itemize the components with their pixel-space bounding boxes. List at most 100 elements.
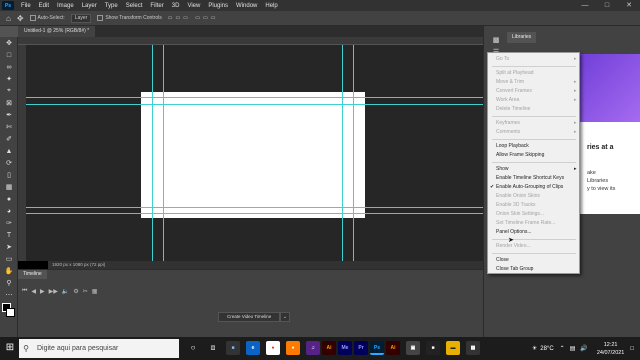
menu-image[interactable]: Image — [53, 3, 78, 9]
taskbar-app-icon[interactable]: ▩ — [466, 341, 480, 355]
weather-icon[interactable]: ☀ — [532, 345, 537, 352]
healing-brush-tool-icon[interactable]: ✄ — [0, 121, 18, 133]
menu-item-split-at-playhead[interactable]: Split at Playhead — [496, 70, 534, 77]
first-frame-icon[interactable]: ⏮ — [22, 288, 27, 295]
menu-item-show[interactable]: Show ▸ — [496, 166, 577, 173]
menu-item-panel-options[interactable]: Panel Options... — [496, 229, 532, 236]
next-frame-icon[interactable]: ▶▶ — [49, 288, 58, 295]
hand-tool-icon[interactable]: ✋ — [0, 265, 18, 277]
menu-item-set-frame-rate[interactable]: Set Timeline Frame Rate... — [496, 220, 555, 227]
libraries-tab[interactable]: Libraries — [507, 32, 537, 43]
taskbar-search-box[interactable]: ⚲ Digite aqui para pesquisar — [19, 339, 179, 358]
create-video-timeline-button[interactable]: Create Video Timeline — [218, 312, 281, 322]
menu-item-close-tab-group[interactable]: Close Tab Group — [496, 266, 533, 273]
menu-item-allow-frame-skipping[interactable]: Allow Frame Skipping — [496, 152, 544, 159]
ruler-horizontal[interactable] — [18, 37, 483, 45]
menu-type[interactable]: Type — [101, 3, 122, 9]
eyedropper-tool-icon[interactable]: ✒ — [0, 109, 18, 121]
notifications-icon[interactable]: □ — [630, 346, 634, 352]
eraser-tool-icon[interactable]: ▯ — [0, 169, 18, 181]
ruler-vertical[interactable] — [18, 45, 26, 261]
firefox-icon[interactable]: ● — [286, 341, 300, 355]
menu-item-enable-3d-tracks[interactable]: Enable 3D Tracks — [496, 202, 535, 209]
brush-tool-icon[interactable]: ✐ — [0, 133, 18, 145]
menu-item-enable-timeline-shortcut-keys[interactable]: Enable Timeline Shortcut Keys — [496, 175, 564, 182]
network-icon[interactable]: ▤ — [570, 345, 576, 352]
audio-icon[interactable]: 🔈 — [62, 288, 69, 295]
move-tool-icon[interactable]: ✥ — [0, 37, 18, 49]
chevron-down-icon[interactable]: ⌄ — [280, 312, 290, 322]
menu-item-move-trim[interactable]: Move & Trim ▸ — [496, 79, 577, 86]
menu-3d[interactable]: 3D — [168, 3, 184, 9]
menu-item-comments[interactable]: Comments ▸ — [496, 129, 577, 136]
document-tab[interactable]: Untitled-1 @ 25% (RGB/8#) * — [18, 26, 96, 37]
menu-window[interactable]: Window — [232, 3, 261, 9]
menu-file[interactable]: File — [17, 3, 35, 9]
cortana-icon[interactable]: ○ — [186, 341, 200, 355]
menu-item-work-area[interactable]: Work Area ▸ — [496, 97, 577, 104]
crop-tool-icon[interactable]: ⌖ — [0, 85, 18, 97]
file-explorer-icon[interactable]: ▬ — [446, 341, 460, 355]
photoshop-logo-icon[interactable]: Ps — [2, 1, 14, 10]
chrome-icon[interactable]: ● — [266, 341, 280, 355]
frame-tool-icon[interactable]: ⊠ — [0, 97, 18, 109]
dodge-tool-icon[interactable]: ◕ — [0, 205, 18, 217]
menu-item-loop-playback[interactable]: Loop Playback — [496, 143, 529, 150]
align-icons[interactable]: ▭▭▭ ▭▭▭ — [168, 15, 219, 21]
taskbar-app-ps[interactable]: Ps — [370, 341, 384, 355]
split-icon[interactable]: ✂ — [83, 288, 88, 295]
zoom-level-box[interactable] — [18, 261, 48, 269]
taskbar-app-pr[interactable]: Pr — [354, 341, 368, 355]
timeline-tab[interactable]: Timeline — [18, 270, 47, 279]
menu-item-go-to[interactable]: Go To ▸ — [496, 56, 577, 63]
settings-icon[interactable]: ⚙ — [73, 288, 78, 295]
zoom-tool-icon[interactable]: ⚲ — [0, 277, 18, 289]
taskbar-app-me[interactable]: Me — [338, 341, 352, 355]
menu-item-enable-onion-skins[interactable]: Enable Onion Skins — [496, 193, 540, 200]
security-icon[interactable]: ■ — [226, 341, 240, 355]
move-tool-icon[interactable]: ✥ — [17, 14, 24, 23]
transform-controls-checkbox[interactable] — [97, 15, 104, 21]
taskbar-app-ai[interactable]: Ai — [322, 341, 336, 355]
pen-tool-icon[interactable]: ✑ — [0, 217, 18, 229]
menu-help[interactable]: Help — [261, 3, 281, 9]
close-icon[interactable]: ✕ — [618, 0, 640, 11]
edge-icon[interactable]: e — [246, 341, 260, 355]
prev-frame-icon[interactable]: ◀ — [31, 288, 36, 295]
taskbar-app-icon[interactable]: ■ — [426, 341, 440, 355]
path-selection-tool-icon[interactable]: ➤ — [0, 241, 18, 253]
taskbar-app-ai-2[interactable]: Ai — [386, 341, 400, 355]
menu-item-delete-timeline[interactable]: Delete Timeline — [496, 106, 530, 113]
history-brush-tool-icon[interactable]: ⟳ — [0, 157, 18, 169]
history-panel-icon[interactable]: ▩ — [484, 34, 508, 46]
chevron-up-icon[interactable]: ⌃ — [560, 345, 565, 352]
menu-item-onion-skin-settings[interactable]: Onion Skin Settings... — [496, 211, 544, 218]
type-tool-icon[interactable]: T — [0, 229, 18, 241]
task-view-icon[interactable]: ◫ — [206, 341, 220, 355]
volume-icon[interactable]: 🔊 — [580, 345, 587, 352]
clone-stamp-tool-icon[interactable]: ▲ — [0, 145, 18, 157]
windows-start-icon[interactable]: ⊞ — [4, 342, 16, 354]
blur-tool-icon[interactable]: ● — [0, 193, 18, 205]
home-icon[interactable]: ⌂ — [6, 14, 11, 23]
menu-item-enable-auto-grouping[interactable]: Enable Auto-Grouping of Clips — [496, 184, 563, 191]
minimize-icon[interactable]: — — [574, 0, 596, 11]
menu-item-render-video[interactable]: Render Video... — [496, 243, 531, 250]
weather-temperature[interactable]: 28°C — [540, 346, 553, 352]
canvas-workspace[interactable] — [18, 37, 483, 269]
quick-select-tool-icon[interactable]: ✦ — [0, 73, 18, 85]
menu-layer[interactable]: Layer — [78, 3, 101, 9]
menu-view[interactable]: View — [183, 3, 204, 9]
menu-edit[interactable]: Edit — [35, 3, 53, 9]
menu-plugins[interactable]: Plugins — [204, 3, 232, 9]
color-swatches[interactable] — [0, 301, 18, 321]
menu-select[interactable]: Select — [122, 3, 147, 9]
clock[interactable]: 12:21 24/07/2021 — [597, 341, 625, 357]
auto-select-checkbox[interactable] — [29, 15, 36, 21]
taskbar-app-icon[interactable]: ▣ — [406, 341, 420, 355]
transition-icon[interactable]: ▦ — [92, 288, 98, 295]
background-color-swatch[interactable] — [6, 308, 15, 317]
menu-filter[interactable]: Filter — [146, 3, 167, 9]
menu-item-convert-frames[interactable]: Convert Frames ▸ — [496, 88, 577, 95]
gradient-tool-icon[interactable]: ▦ — [0, 181, 18, 193]
